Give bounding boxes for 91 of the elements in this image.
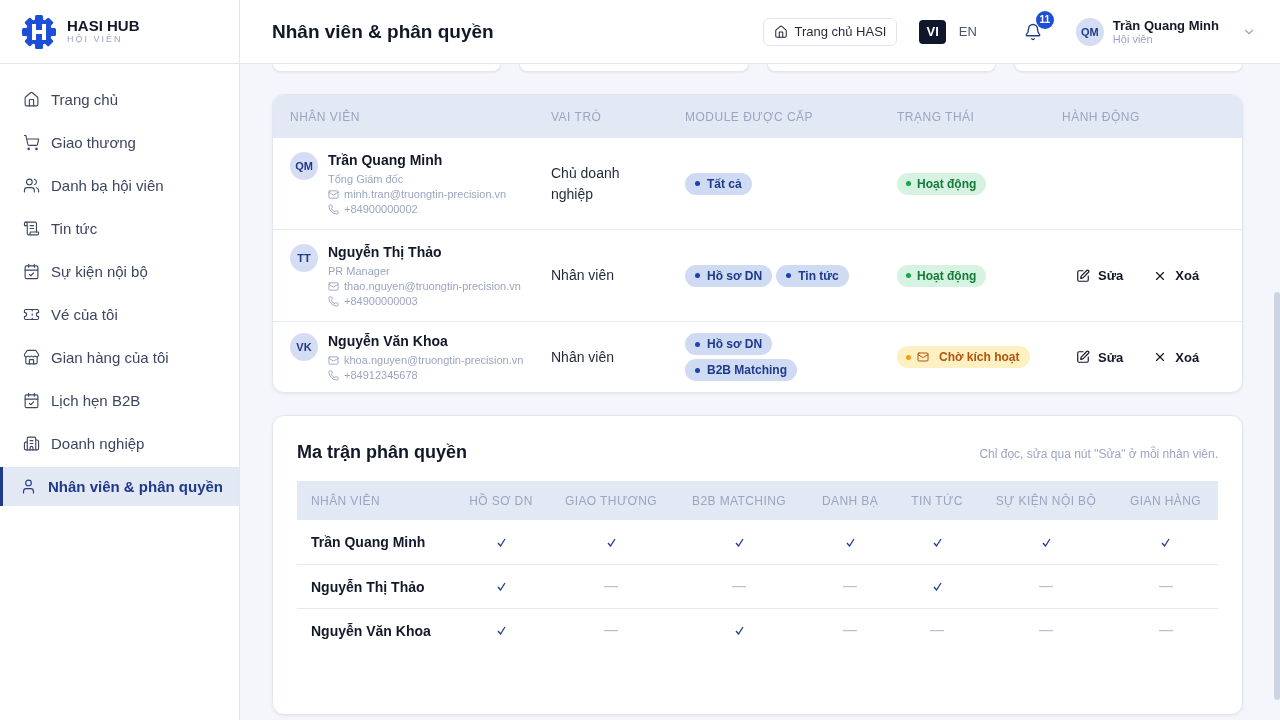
- staff-name: Trần Quang Minh: [310, 534, 427, 550]
- sidebar-item[interactable]: Lịch hẹn B2B: [0, 381, 239, 420]
- staff-email: minh.tran@truongtin-precision.vn: [344, 188, 507, 200]
- edit-button[interactable]: Sửa: [1076, 268, 1124, 283]
- staff-role: Chủ doanh nghiệp: [551, 163, 621, 204]
- column-header: MODULE ĐƯỢC CẤP: [685, 109, 815, 124]
- store-icon: [23, 349, 40, 366]
- staff-name: Trần Quang Minh: [328, 152, 444, 168]
- column-header: HỒ SƠ DN: [469, 493, 533, 508]
- sidebar-item[interactable]: Tin tức: [0, 209, 239, 248]
- calendar-check-icon: [23, 392, 40, 409]
- notification-badge: 11: [1035, 10, 1054, 29]
- users-icon: [23, 177, 40, 194]
- sidebar-item[interactable]: Gian hàng của tôi: [0, 338, 239, 377]
- brand-name: HASI HUB: [67, 18, 140, 34]
- staff-phone: +84912345678: [344, 369, 418, 381]
- status-badge: Hoạt động: [897, 172, 987, 195]
- logo-icon: [21, 13, 57, 50]
- phone-icon: [328, 203, 339, 215]
- staff-name: Nguyễn Thị Thảo: [328, 244, 443, 260]
- ticket-icon: [23, 306, 40, 323]
- staff-email: khoa.nguyen@truongtin-precision.vn: [344, 354, 524, 366]
- staff-avatar: VK: [290, 333, 318, 361]
- mail-icon: [328, 280, 339, 292]
- scroll-icon: [23, 220, 40, 237]
- user-avatar: QM: [1075, 17, 1104, 46]
- home-icon: [23, 91, 40, 108]
- staff-name: Nguyễn Văn Khoa: [328, 333, 449, 349]
- module-tag: Tin tức: [776, 264, 849, 287]
- language-toggle[interactable]: VI: [919, 19, 946, 44]
- sidebar-item[interactable]: Vé của tôi: [0, 295, 239, 334]
- staff-email: thao.nguyen@truongtin-precision.vn: [344, 280, 521, 292]
- column-header: HÀNH ĐỘNG: [1062, 109, 1141, 124]
- phone-icon: [328, 295, 339, 307]
- mail-icon: [328, 354, 339, 366]
- column-header: TIN TỨC: [911, 493, 963, 508]
- staff-title: PR Manager: [328, 265, 391, 277]
- user-icon: [20, 478, 37, 495]
- sidebar-item[interactable]: Sự kiện nội bộ: [0, 252, 239, 291]
- column-header: VAI TRÒ: [551, 109, 603, 124]
- user-role: Hội viên: [1112, 33, 1154, 45]
- staff-phone: +84900000002: [344, 203, 418, 215]
- module-tag: Tất cả: [685, 172, 752, 195]
- column-header: NHÂN VIÊN: [289, 109, 361, 124]
- status-badge: Hoạt động: [897, 264, 987, 287]
- edit-button[interactable]: Sửa: [1076, 349, 1124, 365]
- staff-avatar: TT: [290, 244, 318, 272]
- staff-avatar: QM: [290, 152, 318, 180]
- mail-icon: [917, 351, 929, 364]
- column-header: DANH BẠ: [821, 493, 879, 508]
- column-header: GIAN HÀNG: [1130, 493, 1201, 508]
- staff-role: Nhân viên: [551, 347, 616, 367]
- column-header: GIAO THƯƠNG: [564, 493, 658, 508]
- home-icon: [774, 24, 789, 39]
- pen-square-icon: [1076, 268, 1090, 283]
- cart-icon: [23, 134, 40, 151]
- pen-square-icon: [1076, 350, 1090, 364]
- status-badge: Chờ kích hoạt: [897, 346, 1030, 369]
- user-name: Trần Quang Minh: [1112, 18, 1219, 33]
- column-header: NHÂN VIÊN: [310, 493, 380, 508]
- brand-subtitle: HỘI VIÊN: [67, 34, 124, 45]
- calendar-check-icon: [23, 263, 40, 280]
- column-header: SỰ KIỆN NỘI BỘ: [995, 493, 1097, 508]
- staff-name: Nguyễn Thị Thảo: [310, 578, 426, 595]
- sidebar-item[interactable]: Doanh nghiệp: [0, 424, 239, 463]
- home-button[interactable]: Trang chủ HASI: [763, 17, 898, 46]
- staff-title: Tổng Giám đốc: [328, 173, 405, 185]
- staff-role: Nhân viên: [551, 266, 616, 285]
- sidebar-item[interactable]: Trang chủ: [0, 80, 239, 119]
- module-tag: Hồ sơ DN: [685, 333, 773, 355]
- sidebar-item[interactable]: Giao thương: [0, 123, 239, 162]
- page-title: Nhân viên & phân quyền: [272, 20, 495, 43]
- notifications-button[interactable]: [1023, 22, 1042, 41]
- mail-icon: [328, 188, 339, 200]
- sidebar-item[interactable]: Nhân viên & phân quyền: [0, 467, 239, 506]
- module-tag: Hồ sơ DN: [685, 264, 773, 287]
- sidebar-item[interactable]: Danh bạ hội viên: [0, 166, 239, 205]
- bell-icon: [1023, 22, 1042, 41]
- module-tag: B2B Matching: [685, 359, 797, 381]
- scrollbar[interactable]: [1274, 292, 1280, 700]
- section-note: Chỉ đọc, sửa qua nút "Sửa" ở mỗi nhân viên.: [979, 447, 1218, 461]
- delete-button[interactable]: Xoá: [1153, 268, 1200, 283]
- staff-phone: +84900000003: [344, 295, 418, 307]
- column-header: B2B MATCHING: [692, 493, 786, 508]
- language-toggle[interactable]: EN: [951, 19, 984, 44]
- column-header: TRẠNG THÁI: [897, 109, 976, 124]
- delete-button[interactable]: Xoá: [1153, 349, 1200, 365]
- phone-icon: [328, 369, 339, 381]
- building-icon: [23, 435, 40, 452]
- staff-name: Nguyễn Văn Khoa: [310, 622, 432, 639]
- section-title: Ma trận phân quyền: [297, 442, 467, 463]
